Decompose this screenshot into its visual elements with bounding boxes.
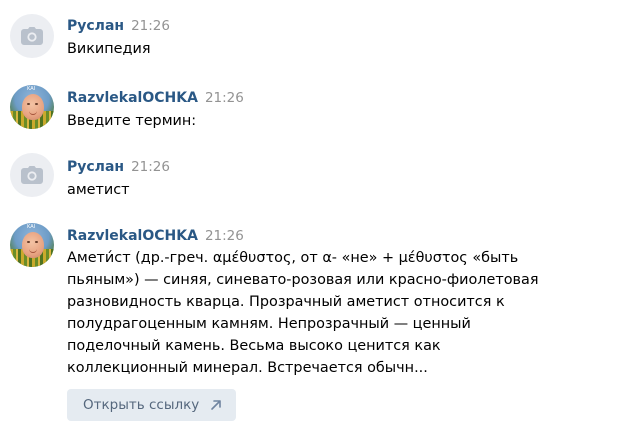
message-header: Руслан 21:26 (67, 156, 629, 176)
message-text-line: поделочный камень. Весьма высоко ценится… (67, 338, 441, 354)
message-text-line: Википедия (67, 41, 151, 57)
message-body: Руслан 21:26 аметист (67, 156, 629, 201)
message-time[interactable]: 21:26 (205, 228, 244, 244)
author-name[interactable]: RazvlekalOCHKA (67, 228, 198, 244)
message-header: RazvlekalOCHKA 21:26 (67, 225, 629, 245)
author-name[interactable]: Руслан (67, 159, 124, 175)
camera-icon (21, 27, 43, 45)
author-name[interactable]: RazvlekalOCHKA (67, 90, 198, 106)
avatar-eye (27, 103, 30, 105)
message-text-line: коллекционный минерал. Встречается обычн… (67, 360, 428, 376)
author-name[interactable]: Руслан (67, 18, 124, 34)
avatar-eye (35, 103, 38, 105)
avatar-badge: KAI (27, 224, 36, 230)
open-link-label: Открыть ссылку (83, 397, 200, 413)
avatar[interactable] (10, 14, 54, 58)
avatar-eye (27, 241, 30, 243)
message-header: RazvlekalOCHKA 21:26 (67, 87, 629, 107)
avatar-eye (35, 241, 38, 243)
message-text: Амети́ст (др.-греч. αμέθυστος, от α- «не… (67, 247, 629, 379)
message-text-line: пьяным») — синяя, синевато-розовая или к… (67, 272, 539, 288)
open-link-button[interactable]: Открыть ссылку (67, 389, 236, 421)
message-time[interactable]: 21:26 (205, 90, 244, 106)
message-body: Руслан 21:26 Википедия (67, 15, 629, 60)
avatar[interactable]: KAI (10, 85, 54, 129)
message-header: Руслан 21:26 (67, 15, 629, 35)
message-text: аметист (67, 179, 629, 201)
message-body: RazvlekalOCHKA 21:26 Введите термин: (67, 87, 629, 132)
avatar-face (22, 232, 44, 258)
message-text: Википедия (67, 38, 629, 60)
message-time[interactable]: 21:26 (131, 18, 170, 34)
message-text: Введите термин: (67, 110, 629, 132)
avatar[interactable]: KAI (10, 223, 54, 267)
message-text-line: разновидность кварца. Прозрачный аметист… (67, 294, 505, 310)
message-text-line: полудрагоценным камням. Непрозрачный — ц… (67, 316, 471, 332)
message-text-line: аметист (67, 182, 130, 198)
avatar[interactable] (10, 153, 54, 197)
message-text-line: Введите термин: (67, 113, 197, 129)
arrow-up-right-icon (211, 400, 221, 410)
camera-icon (21, 166, 43, 184)
message-body: RazvlekalOCHKA 21:26 Амети́ст (др.-греч. … (67, 225, 629, 379)
message-text-line: Амети́ст (др.-греч. αμέθυστος, от α- «не… (67, 250, 519, 266)
message-time[interactable]: 21:26 (131, 159, 170, 175)
avatar-face (22, 94, 44, 120)
avatar-badge: KAI (27, 86, 36, 92)
